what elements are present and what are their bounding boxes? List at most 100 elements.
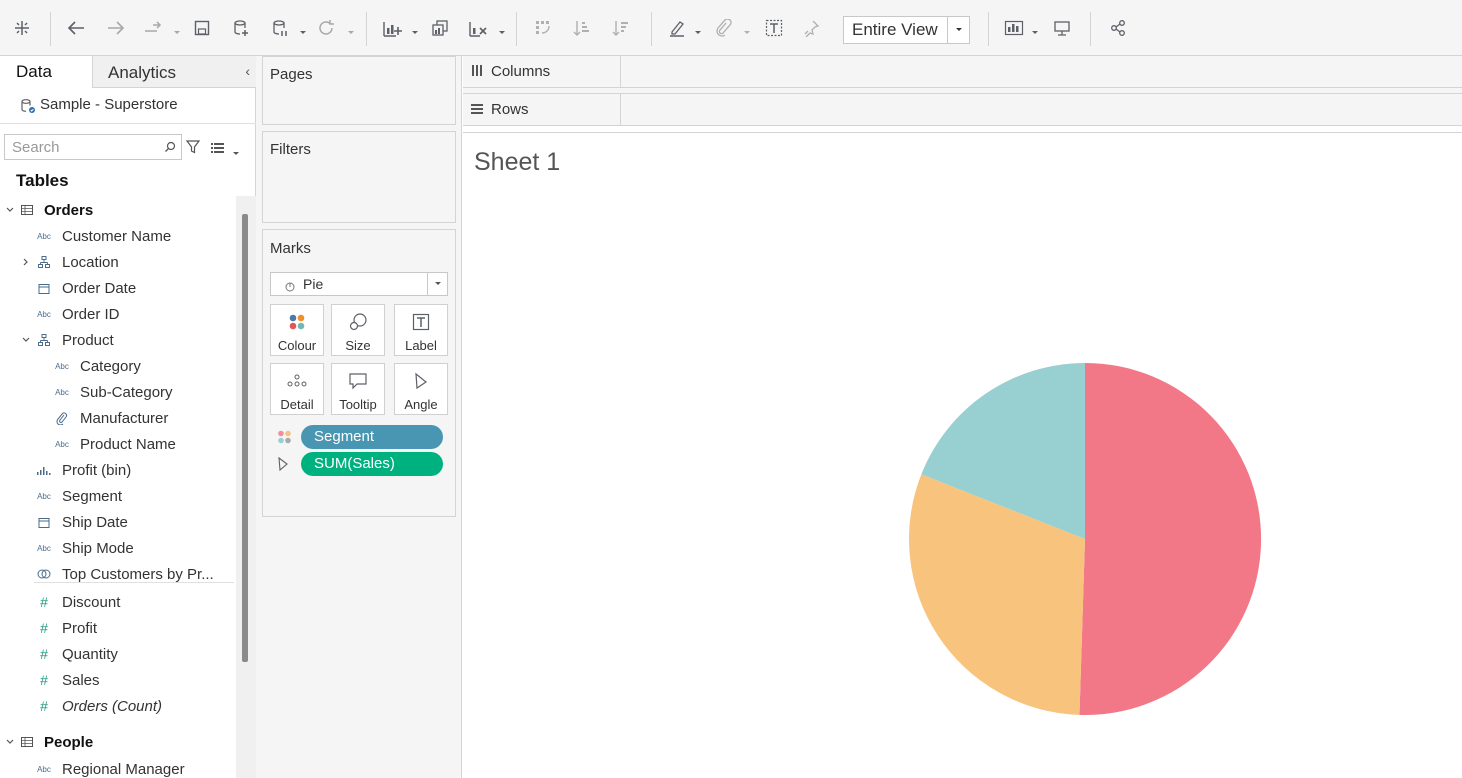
field-label: Sales — [62, 671, 100, 689]
field-row[interactable]: Ship Date — [0, 510, 236, 534]
tooltip-button[interactable]: Tooltip — [331, 363, 385, 415]
cards-column: Pages Filters Marks Pie Colour Size Labe… — [256, 56, 462, 778]
refresh-icon[interactable] — [314, 14, 338, 42]
search-input[interactable] — [5, 135, 155, 159]
duplicate-sheet-icon[interactable] — [428, 14, 452, 42]
field-row[interactable]: Order Date — [0, 276, 236, 300]
chevron-down-icon[interactable] — [411, 24, 419, 34]
field-search-box[interactable] — [4, 134, 182, 160]
pause-data-updates-icon[interactable] — [268, 14, 292, 42]
field-label: Discount — [62, 593, 121, 611]
columns-shelf[interactable]: Columns — [463, 56, 1462, 88]
chevron-down-icon[interactable] — [1031, 24, 1039, 34]
chevron-left-icon[interactable]: ‹ — [245, 63, 250, 79]
label-button[interactable]: Label — [394, 304, 448, 356]
table-row-people[interactable]: People — [0, 730, 236, 754]
field-row[interactable]: Abc Sub-Category — [0, 380, 236, 404]
field-row[interactable]: Abc Product Name — [0, 432, 236, 456]
chevron-down-icon[interactable] — [427, 273, 447, 295]
toolbar-separator — [988, 12, 989, 46]
tables-header: Tables — [16, 171, 69, 190]
marks-card: Marks Pie Colour Size Label Detail Toolt… — [262, 229, 456, 517]
chevron-down-icon[interactable] — [743, 24, 751, 34]
field-row[interactable]: Product — [0, 328, 236, 352]
pages-shelf[interactable]: Pages — [262, 56, 456, 125]
field-row[interactable]: Abc Customer Name — [0, 224, 236, 248]
share-icon[interactable] — [1106, 14, 1130, 42]
field-row[interactable]: Abc Category — [0, 354, 236, 378]
chevron-down-icon[interactable] — [498, 24, 506, 34]
sort-descending-icon[interactable] — [609, 14, 633, 42]
sort-ascending-icon[interactable] — [570, 14, 594, 42]
measure-type-icon: # — [40, 594, 48, 610]
rows-shelf[interactable]: Rows — [463, 94, 1462, 126]
field-row[interactable]: Manufacturer — [0, 406, 236, 430]
field-label: Category — [80, 357, 141, 375]
colour-button[interactable]: Colour — [270, 304, 324, 356]
detail-button[interactable]: Detail — [270, 363, 324, 415]
chevron-down-icon[interactable] — [347, 24, 355, 34]
replay-animation-icon[interactable] — [141, 14, 165, 42]
field-row[interactable]: # Discount — [0, 590, 236, 614]
group-members-icon[interactable] — [711, 14, 735, 42]
segment-pill[interactable]: Segment — [301, 425, 443, 449]
field-row[interactable]: Profit (bin) — [0, 458, 236, 482]
undo-icon[interactable] — [64, 14, 88, 42]
mark-type-dropdown[interactable]: Pie — [270, 272, 448, 296]
field-row[interactable]: Abc Order ID — [0, 302, 236, 326]
highlight-pen-icon[interactable] — [665, 14, 689, 42]
new-data-source-icon[interactable] — [229, 14, 253, 42]
chevron-down-icon[interactable] — [20, 334, 32, 346]
tooltip-label: Tooltip — [339, 397, 377, 412]
tableau-logo-icon[interactable] — [10, 14, 34, 42]
filters-shelf[interactable]: Filters — [262, 131, 456, 223]
datasource-item[interactable]: Sample - Superstore — [0, 88, 256, 124]
fit-dropdown[interactable]: Entire View — [843, 16, 970, 44]
save-icon[interactable] — [190, 14, 214, 42]
chevron-down-icon[interactable] — [694, 24, 702, 34]
chevron-down-icon[interactable] — [4, 204, 16, 216]
field-row[interactable]: # Sales — [0, 668, 236, 692]
pie-slice-1[interactable] — [1079, 362, 1262, 715]
worksheet-view[interactable]: Sheet 1 — [463, 132, 1462, 778]
chevron-down-icon[interactable] — [4, 736, 16, 748]
columns-shelf-label: Columns — [463, 56, 621, 87]
calendar-icon — [35, 281, 53, 295]
filter-icon[interactable] — [185, 140, 201, 159]
string-type-icon: Abc — [55, 439, 69, 449]
fix-axes-pin-icon[interactable] — [799, 14, 823, 42]
size-button[interactable]: Size — [331, 304, 385, 356]
tab-data[interactable]: Data — [0, 56, 92, 88]
field-row[interactable]: # Orders (Count) — [0, 694, 236, 718]
new-worksheet-icon[interactable] — [380, 14, 404, 42]
field-row[interactable]: # Profit — [0, 616, 236, 640]
chevron-down-icon[interactable] — [299, 24, 307, 34]
chevron-right-icon[interactable] — [20, 256, 32, 268]
chevron-down-icon[interactable] — [947, 17, 969, 43]
show-mark-labels-icon[interactable] — [762, 14, 786, 42]
angle-button[interactable]: Angle — [394, 363, 448, 415]
show-cards-icon[interactable] — [1002, 14, 1026, 42]
chevron-down-icon[interactable] — [173, 24, 181, 34]
scrollbar-thumb[interactable] — [242, 214, 248, 662]
swap-rows-columns-icon[interactable] — [531, 14, 555, 42]
side-pane-tabs: Data Analytics ‹ — [0, 56, 256, 88]
search-icon[interactable] — [164, 140, 176, 158]
field-row[interactable]: Abc Ship Mode — [0, 536, 236, 560]
field-label: Orders (Count) — [62, 697, 163, 715]
field-row[interactable]: Abc Regional Manager — [0, 757, 236, 778]
chevron-down-icon[interactable] — [232, 145, 240, 163]
sum-sales-pill[interactable]: SUM(Sales) — [301, 452, 443, 476]
field-row[interactable]: Abc Segment — [0, 484, 236, 508]
list-view-icon[interactable] — [211, 141, 225, 159]
field-label: Profit — [62, 619, 98, 637]
tab-analytics[interactable]: Analytics ‹ — [92, 56, 256, 88]
presentation-mode-icon[interactable] — [1050, 14, 1074, 42]
field-row[interactable]: # Quantity — [0, 642, 236, 666]
data-pane: Data Analytics ‹ Sample - Superstore Tab… — [0, 56, 256, 778]
field-label: Regional Manager — [62, 760, 185, 778]
clear-sheet-icon[interactable] — [466, 14, 490, 42]
redo-icon[interactable] — [104, 14, 128, 42]
table-row-orders[interactable]: Orders — [0, 198, 236, 222]
field-row[interactable]: Location — [0, 250, 236, 274]
